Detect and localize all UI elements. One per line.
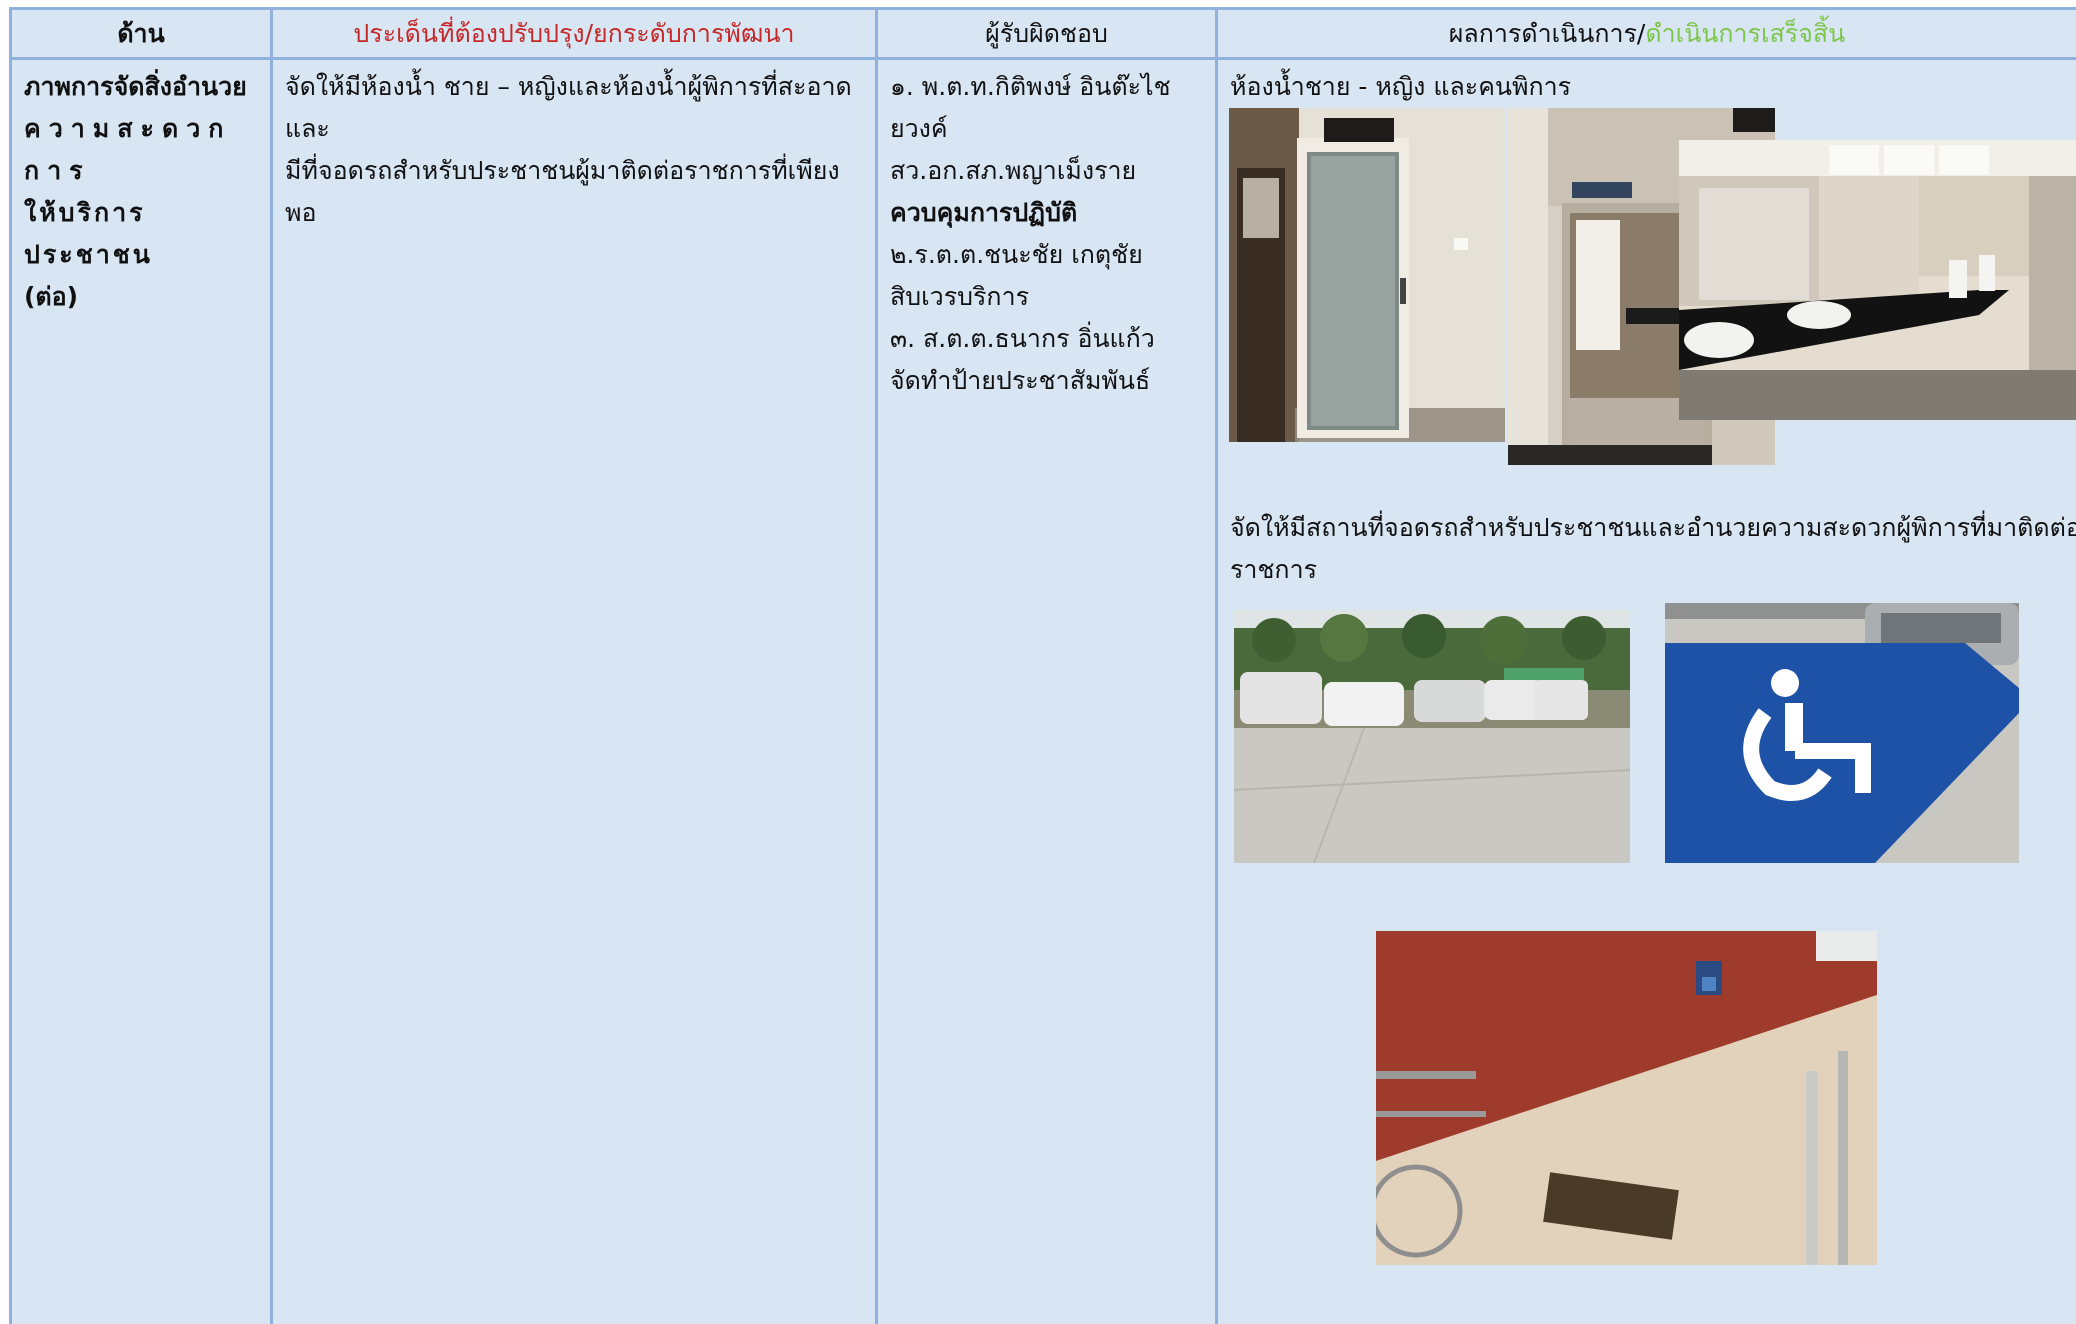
result-caption-restrooms: ห้องน้ำชาย - หญิง และคนพิการ [1230, 72, 1572, 101]
header-result-label: ผลการดำเนินการ/ [1448, 19, 1646, 48]
header-result-status: ดำเนินการเสร็จสิ้น [1645, 19, 1846, 48]
area-line: (ต่อ) [24, 282, 79, 311]
document-page: ด้าน ประเด็นที่ต้องปรับปรุง/ยกระดับการพั… [0, 0, 2076, 1324]
header-bottom-border [9, 57, 2076, 60]
parking-lot-photo [1234, 610, 1630, 863]
header-responsible: ผู้รับผิดชอบ [985, 19, 1108, 48]
responsible-line: ๑. พ.ต.ท.กิติพงษ์ อินต๊ะไชยวงค์ [890, 72, 1171, 143]
header-result: ผลการดำเนินการ/ดำเนินการเสร็จสิ้น [1218, 14, 2076, 54]
column-divider-3 [1215, 7, 1218, 1324]
responsible-cell: ๑. พ.ต.ท.กิติพงษ์ อินต๊ะไชยวงค์ สว.อก.สภ… [890, 66, 1210, 402]
table-top-border [9, 7, 2076, 10]
column-divider-2 [875, 7, 878, 1324]
restroom-sinks-photo [1679, 140, 2076, 420]
area-line: ให้บริการประชาชน [24, 198, 153, 269]
table-left-border [9, 7, 12, 1324]
restroom-door-photo [1229, 108, 1505, 442]
accessible-parking-photo [1665, 603, 2019, 863]
responsible-line: สิบเวรบริการ [890, 282, 1030, 311]
result-caption-parking-line: จัดให้มีสถานที่จอดรถสำหรับประชาชนและอำนว… [1230, 513, 2076, 542]
result-caption-parking: จัดให้มีสถานที่จอดรถสำหรับประชาชนและอำนว… [1230, 507, 2076, 591]
column-divider-1 [270, 7, 273, 1324]
area-line: ความสะดวกการ [24, 114, 232, 185]
area-cell: ภาพการจัดสิ่งอำนวย ความสะดวกการ ให้บริกา… [24, 66, 264, 318]
responsible-line: จัดทำป้ายประชาสัมพันธ์ [890, 366, 1151, 395]
responsible-line: ๓. ส.ต.ต.ธนากร อิ่นแก้ว [890, 324, 1155, 353]
area-line: ภาพการจัดสิ่งอำนวย [24, 72, 247, 101]
responsible-line: สว.อก.สภ.พญาเม็งราย [890, 156, 1137, 185]
issue-line: จัดให้มีห้องน้ำ ชาย – หญิงและห้องน้ำผู้พ… [285, 72, 852, 143]
responsible-line: ควบคุมการปฏิบัติ [890, 198, 1078, 227]
wheelchair-ramp-photo [1376, 931, 1877, 1265]
result-caption-parking-line: ราชการ [1230, 555, 1318, 584]
header-area: ด้าน [117, 19, 165, 48]
header-issue: ประเด็นที่ต้องปรับปรุง/ยกระดับการพัฒนา [353, 19, 795, 48]
issue-line: มีที่จอดรถสำหรับประชาชนผู้มาติดต่อราชการ… [285, 156, 840, 227]
issue-cell: จัดให้มีห้องน้ำ ชาย – หญิงและห้องน้ำผู้พ… [285, 66, 870, 234]
responsible-line: ๒.ร.ต.ต.ชนะชัย เกตุชัย [890, 240, 1143, 269]
